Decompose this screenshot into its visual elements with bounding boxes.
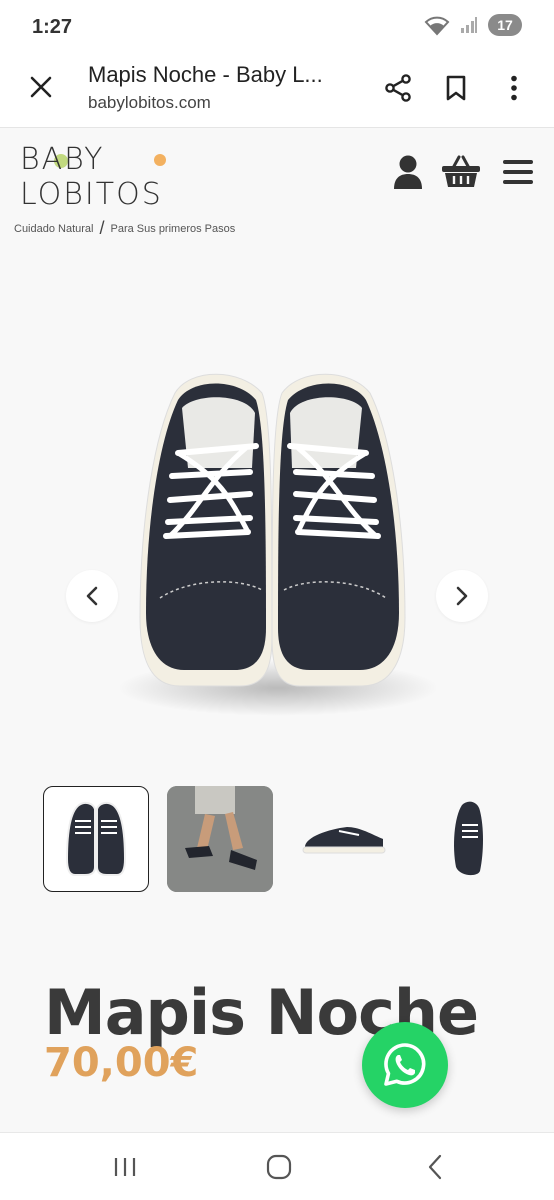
product-gallery	[0, 218, 554, 778]
main-menu-button[interactable]	[496, 150, 540, 194]
whatsapp-icon	[384, 1043, 426, 1086]
signal-icon	[461, 17, 477, 33]
browser-toolbar: Mapis Noche - Baby L... babylobitos.com	[0, 52, 554, 128]
chevron-left-icon	[86, 586, 98, 606]
thumbnail-front-pair[interactable]	[43, 786, 149, 892]
basket-icon	[442, 155, 480, 187]
thumbnail-strip	[43, 786, 521, 892]
wifi-icon	[424, 16, 450, 36]
close-icon	[30, 76, 52, 98]
page-title: Mapis Noche - Baby L...	[88, 62, 323, 87]
system-nav-bar	[0, 1132, 554, 1200]
left-shoe	[139, 373, 273, 687]
cart-button[interactable]	[439, 150, 483, 194]
account-button[interactable]	[386, 150, 430, 194]
recent-apps-button[interactable]	[102, 1147, 148, 1187]
status-icons: 17	[424, 14, 522, 36]
back-button[interactable]	[412, 1147, 458, 1187]
back-icon	[428, 1154, 442, 1180]
home-icon	[266, 1154, 292, 1180]
gallery-prev-button[interactable]	[66, 570, 118, 622]
home-button[interactable]	[256, 1147, 302, 1187]
product-price: 70,00€	[44, 1040, 199, 1086]
more-options-button[interactable]	[494, 68, 534, 108]
hamburger-icon	[503, 160, 533, 184]
bookmark-icon	[446, 75, 466, 101]
thumbnail-side-view[interactable]	[291, 786, 397, 892]
page-url[interactable]: babylobitos.com	[88, 93, 211, 113]
battery-indicator: 17	[488, 14, 522, 36]
user-icon	[394, 155, 422, 189]
share-button[interactable]	[378, 68, 418, 108]
whatsapp-button[interactable]	[362, 1022, 448, 1108]
thumbnail-top-view[interactable]	[415, 786, 521, 892]
share-icon	[385, 74, 411, 102]
right-shoe	[271, 373, 406, 687]
site-header: BABY LOBITOS Cuidado Natural / Para Sus …	[0, 128, 554, 238]
recent-apps-icon	[114, 1158, 136, 1176]
product-main-image[interactable]	[0, 218, 554, 778]
close-button[interactable]	[22, 68, 60, 106]
more-vert-icon	[511, 75, 517, 101]
thumbnail-on-feet[interactable]	[167, 786, 273, 892]
chevron-right-icon	[456, 586, 468, 606]
status-time: 1:27	[32, 16, 73, 38]
bookmark-button[interactable]	[436, 68, 476, 108]
status-bar: 1:27 17	[0, 0, 554, 52]
logo-text: BABY LOBITOS	[20, 142, 163, 212]
gallery-next-button[interactable]	[436, 570, 488, 622]
